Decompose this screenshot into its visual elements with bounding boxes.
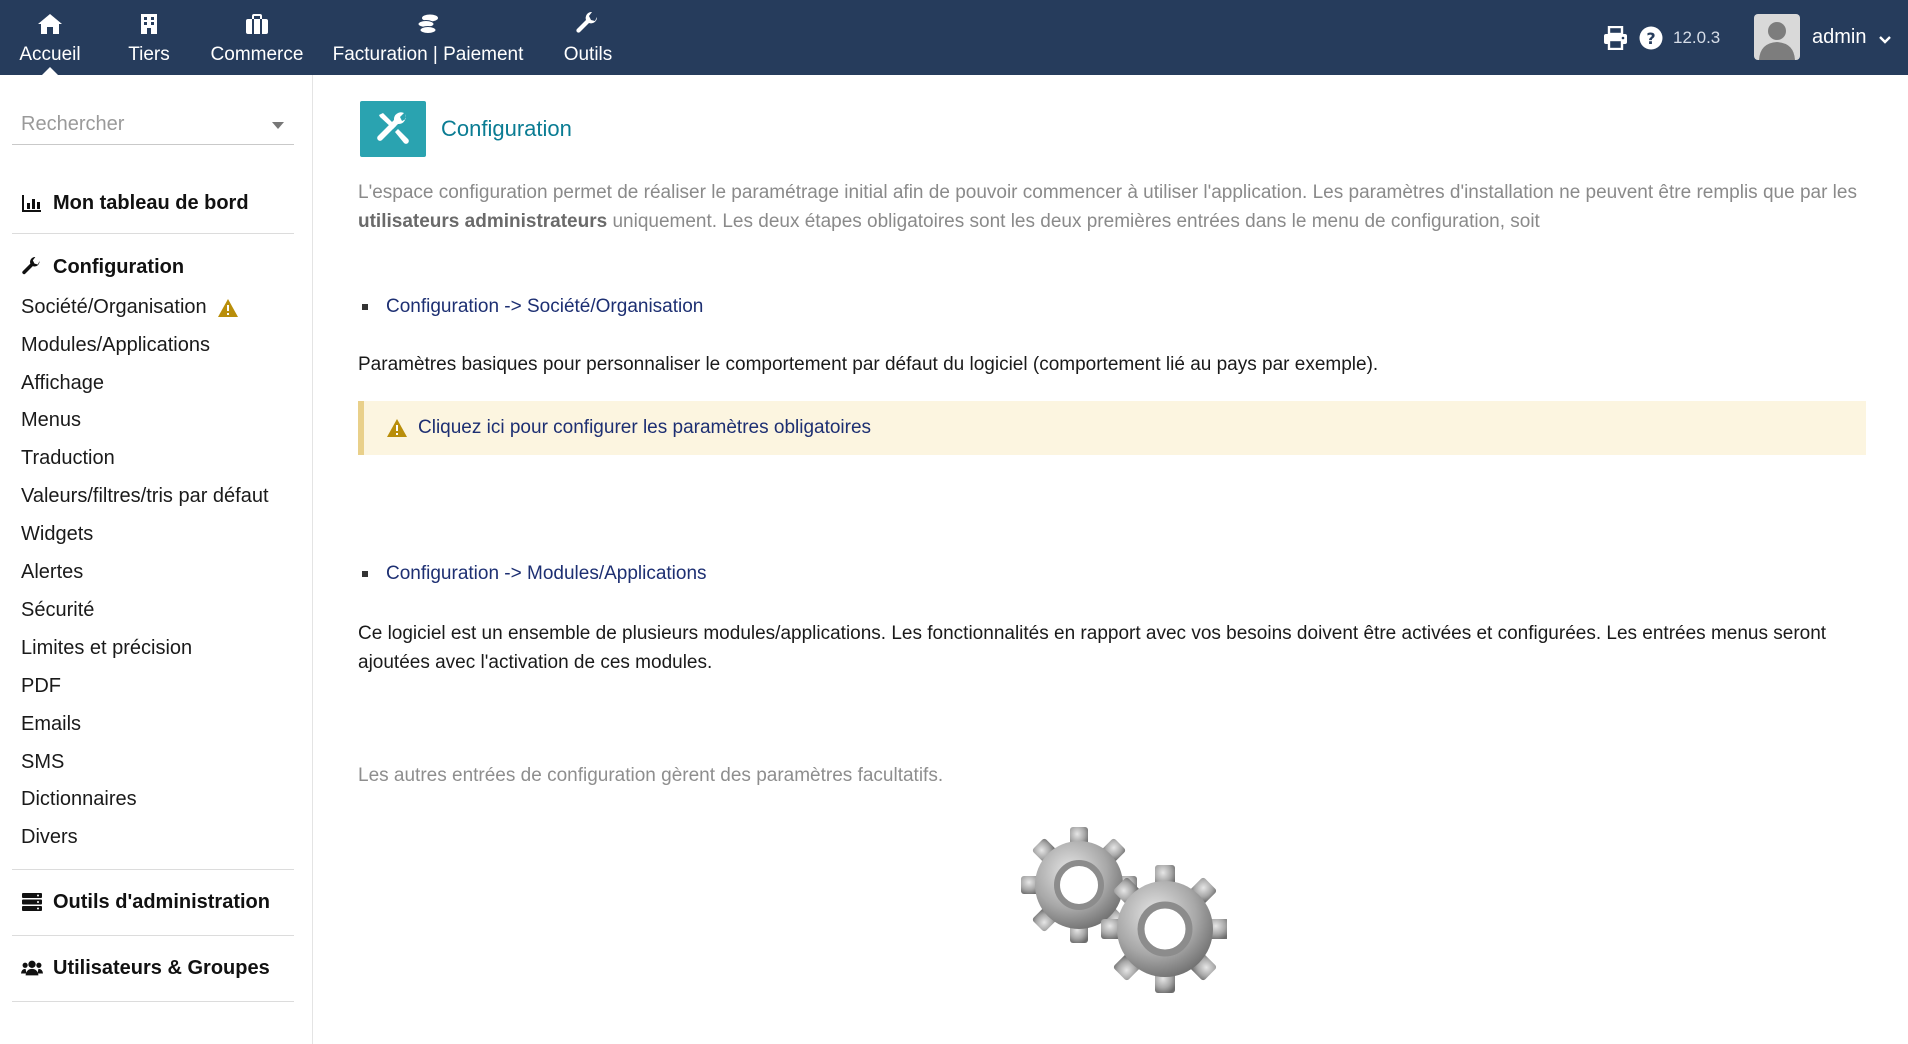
username[interactable]: admin	[1812, 26, 1866, 49]
sidebar-item-societe-organisation[interactable]: Société/Organisation	[21, 296, 239, 319]
nav-commerce-label: Commerce	[210, 44, 304, 65]
wrench-icon	[576, 12, 600, 36]
sidebar-item-label: Divers	[21, 826, 78, 848]
sidebar-item-label: Affichage	[21, 372, 105, 394]
configuration-label: Configuration	[53, 255, 185, 278]
sidebar-item-widgets[interactable]: Widgets	[21, 523, 93, 546]
sidebar-item-alertes[interactable]: Alertes	[21, 561, 83, 584]
sidebar-item-label: Widgets	[21, 523, 94, 545]
nav-tiers-label: Tiers	[128, 44, 170, 65]
warning-icon	[386, 418, 408, 438]
sidebar-item-label: Alertes	[21, 561, 84, 583]
sidebar-item-dictionnaires[interactable]: Dictionnaires	[21, 788, 137, 811]
version-label: 12.0.3	[1673, 28, 1721, 47]
briefcase-icon	[245, 12, 269, 36]
nav-commerce[interactable]: Commerce	[208, 0, 306, 75]
sidebar-users-groups[interactable]: Utilisateurs & Groupes	[12, 953, 294, 983]
page-title: Configuration	[441, 116, 572, 141]
sidebar-item-emails[interactable]: Emails	[21, 713, 81, 736]
tools-icon	[360, 101, 426, 157]
print-icon[interactable]	[1603, 25, 1628, 55]
sidebar-item-label: Emails	[21, 713, 82, 735]
list-item: Configuration -> Modules/Applications	[358, 563, 707, 585]
intro-part: uniquement. Les deux étapes obligatoires…	[607, 211, 1540, 232]
nav-facturation-paiement[interactable]: Facturation | Paiement	[328, 0, 528, 75]
sidebar-item-label: Sécurité	[21, 599, 95, 621]
sidebar-item-modules-applications[interactable]: Modules/Applications	[21, 334, 210, 357]
search-placeholder: Rechercher	[21, 113, 125, 135]
sidebar-item-securite[interactable]: Sécurité	[21, 599, 94, 622]
sidebar-item-valeurs-filtres[interactable]: Valeurs/filtres/tris par défaut	[21, 485, 269, 508]
sidebar-item-label: Société/Organisation	[21, 296, 207, 318]
sidebar: Rechercher Mon tableau de bord Configura…	[0, 75, 313, 1044]
active-indicator	[42, 67, 58, 75]
bullet-dot	[362, 304, 368, 310]
home-icon	[37, 12, 63, 36]
intro-emphasis: utilisateurs administrateurs	[358, 211, 608, 232]
top-navbar: Accueil Tiers Commerce Facturation | Pai…	[0, 0, 1908, 75]
step2-description: Ce logiciel est un ensemble de plusieurs…	[358, 623, 1827, 673]
sidebar-item-divers[interactable]: Divers	[21, 826, 78, 849]
divider	[12, 1001, 294, 1002]
building-icon	[140, 12, 158, 36]
bar-chart-icon	[21, 194, 43, 212]
search-input[interactable]: Rechercher	[12, 103, 294, 145]
bullet-dot	[362, 571, 368, 577]
sidebar-admin-tools[interactable]: Outils d'administration	[12, 887, 294, 917]
sidebar-item-label: SMS	[21, 751, 65, 773]
nav-outils[interactable]: Outils	[560, 0, 616, 75]
warning-alert: Cliquez ici pour configurer les paramètr…	[358, 401, 1866, 455]
list-item: Configuration -> Société/Organisation	[358, 296, 703, 318]
sidebar-item-label: Valeurs/filtres/tris par défaut	[21, 485, 269, 507]
main-content: Configuration L'espace configuration per…	[314, 75, 1908, 1044]
sidebar-item-limites-precision[interactable]: Limites et précision	[21, 637, 192, 660]
step1-link[interactable]: Configuration -> Société/Organisation	[386, 296, 703, 318]
nav-outils-label: Outils	[563, 44, 613, 65]
optional-note: Les autres entrées de configuration gère…	[358, 765, 944, 786]
sidebar-item-pdf[interactable]: PDF	[21, 675, 61, 698]
step2-link[interactable]: Configuration -> Modules/Applications	[386, 563, 707, 585]
svg-text:?: ?	[1646, 29, 1655, 48]
sidebar-item-label: Traduction	[21, 447, 115, 469]
sidebar-configuration[interactable]: Configuration	[12, 252, 294, 282]
help-icon[interactable]: ?	[1639, 26, 1663, 55]
users-icon	[21, 959, 43, 977]
server-icon	[21, 893, 43, 911]
step1-description: Paramètres basiques pour personnaliser l…	[358, 354, 1379, 375]
sidebar-item-traduction[interactable]: Traduction	[21, 447, 115, 470]
sidebar-dashboard[interactable]: Mon tableau de bord	[12, 188, 294, 218]
intro-part: L'espace configuration permet de réalise…	[358, 182, 1857, 203]
divider	[12, 233, 294, 234]
users-groups-label: Utilisateurs & Groupes	[53, 956, 270, 979]
intro-text: L'espace configuration permet de réalise…	[358, 178, 1878, 236]
sidebar-item-label: Modules/Applications	[21, 334, 210, 356]
divider	[12, 869, 294, 870]
sidebar-item-label: Menus	[21, 409, 82, 431]
nav-accueil-label: Accueil	[19, 44, 81, 65]
coins-icon	[416, 12, 440, 36]
dashboard-label: Mon tableau de bord	[53, 191, 249, 214]
nav-accueil[interactable]: Accueil	[14, 0, 86, 75]
sidebar-item-label: Limites et précision	[21, 637, 193, 659]
configure-required-link[interactable]: Cliquez ici pour configurer les paramètr…	[418, 417, 871, 439]
sidebar-item-label: Dictionnaires	[21, 788, 137, 810]
avatar[interactable]	[1754, 14, 1800, 60]
sidebar-item-label: PDF	[21, 675, 61, 697]
nav-facturation-label: Facturation | Paiement	[332, 44, 524, 65]
chevron-down-icon[interactable]	[1878, 32, 1892, 50]
sidebar-item-affichage[interactable]: Affichage	[21, 372, 104, 395]
admin-tools-label: Outils d'administration	[53, 890, 270, 913]
warning-icon	[217, 298, 239, 318]
sidebar-item-menus[interactable]: Menus	[21, 409, 81, 432]
divider	[12, 935, 294, 936]
gears-icon	[1007, 819, 1229, 1004]
sidebar-item-sms[interactable]: SMS	[21, 751, 64, 774]
nav-tiers[interactable]: Tiers	[119, 0, 179, 75]
wrench-icon	[21, 257, 43, 277]
chevron-down-icon[interactable]	[272, 122, 284, 129]
